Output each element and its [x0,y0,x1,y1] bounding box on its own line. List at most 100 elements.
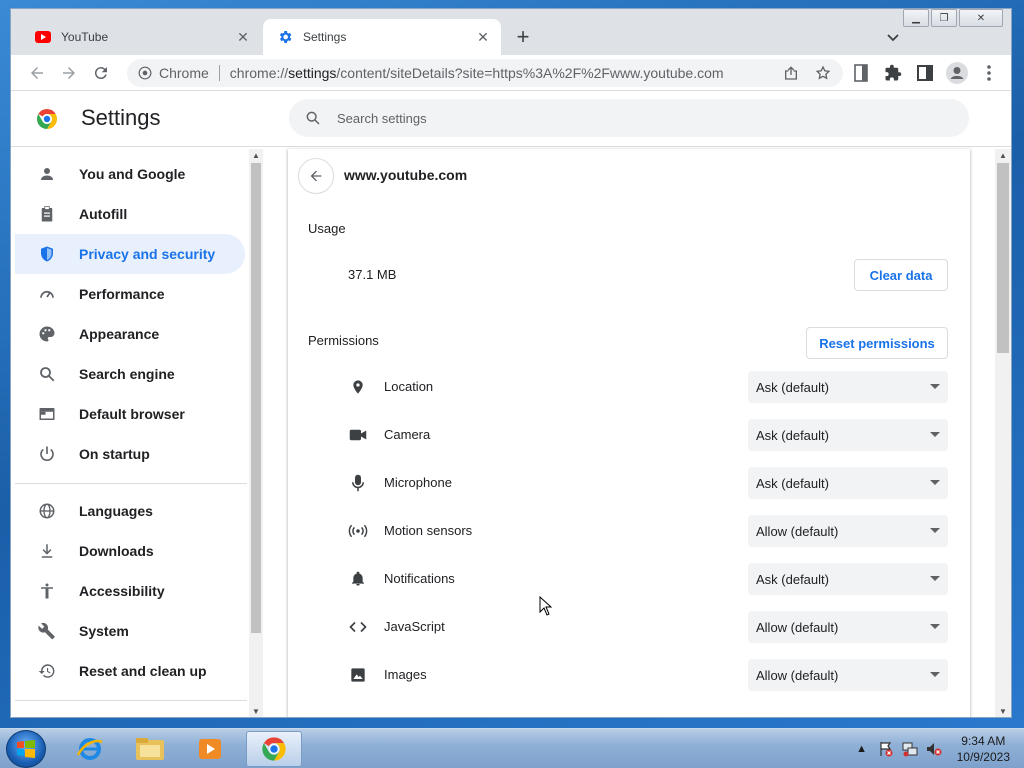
sidebar-item-reset-and-clean-up[interactable]: Reset and clean up [15,651,245,691]
window-controls: ▁ ❐ ✕ [901,9,1003,29]
permission-select-images[interactable]: Allow (default) [748,659,948,691]
sidebar-item-label: Reset and clean up [79,663,207,679]
sidebar-item-you-and-google[interactable]: You and Google [15,154,245,194]
code-icon [348,617,368,637]
reset-permissions-button[interactable]: Reset permissions [806,327,948,359]
usage-section-label: Usage [308,221,346,236]
permission-row-motion-sensors: Motion sensors Allow (default) [288,507,970,555]
forward-arrow-icon[interactable] [57,61,81,85]
tab-search-chevron-icon[interactable] [883,27,903,47]
show-hidden-icons-icon[interactable]: ▲ [853,740,871,758]
search-settings-input[interactable] [337,110,937,126]
windows-taskbar: ▲ 9:34 AM 10/9/2023 [0,728,1024,768]
permission-select-camera[interactable]: Ask (default) [748,419,948,451]
back-button[interactable] [298,158,334,194]
sidebar-divider [15,483,247,484]
main-scrollbar[interactable]: ▲ ▼ [995,149,1011,717]
scroll-down-arrow-icon[interactable]: ▼ [995,705,1011,717]
browser-window-icon [37,404,57,424]
permission-label: Microphone [384,475,452,490]
sidebar-item-languages[interactable]: Languages [15,491,245,531]
sidebar-item-on-startup[interactable]: On startup [15,434,245,474]
profile-avatar-icon[interactable] [945,61,969,85]
file-explorer-taskbar-icon[interactable] [122,731,178,767]
wrench-icon [37,621,57,641]
permission-label: Camera [384,427,431,442]
globe-icon [37,501,57,521]
sidebar-item-default-browser[interactable]: Default browser [15,394,245,434]
settings-search[interactable] [289,99,969,137]
restore-button[interactable]: ❐ [931,9,957,27]
close-tab-icon[interactable]: ✕ [473,27,493,47]
history-icon [37,661,57,681]
permission-select-notifications[interactable]: Ask (default) [748,563,948,595]
sidebar-item-downloads[interactable]: Downloads [15,531,245,571]
sidebar-item-label: Privacy and security [79,246,216,262]
tab-settings[interactable]: Settings ✕ [263,19,501,55]
mouse-cursor-icon [539,596,553,616]
sidebar-scrollbar[interactable]: ▲ ▼ [249,149,263,717]
main-scroll-thumb[interactable] [997,163,1009,353]
scroll-down-arrow-icon[interactable]: ▼ [249,705,263,717]
permission-select-location[interactable]: Ask (default) [748,371,948,403]
permission-label: JavaScript [384,619,445,634]
power-icon [37,444,57,464]
site-details-card: www.youtube.com Usage 37.1 MB Clear data… [288,149,970,717]
minimize-button[interactable]: ▁ [903,9,929,27]
sidebar-item-label: Performance [79,286,165,302]
permission-label: Location [384,379,434,394]
close-window-button[interactable]: ✕ [959,9,1003,27]
sidebar-item-search-engine[interactable]: Search engine [15,354,245,394]
new-tab-button[interactable]: + [511,24,535,49]
media-player-taskbar-icon[interactable] [182,731,238,767]
chrome-taskbar-icon[interactable] [246,731,302,767]
address-bar[interactable]: Chrome chrome://settings/content/siteDet… [127,59,843,87]
permission-row-images: Images Allow (default) [288,651,970,699]
reload-icon[interactable] [89,61,113,85]
omnibox-site-label: Chrome [159,65,209,81]
sidebar-divider [15,700,247,701]
tab-youtube[interactable]: YouTube ✕ [21,19,261,55]
permission-select-value: Ask (default) [756,379,829,395]
side-panel-icon[interactable] [913,61,937,85]
bookmark-star-icon[interactable] [813,63,833,83]
start-button[interactable] [6,730,46,768]
tab-title: YouTube [61,30,109,44]
settings-sidebar: You and Google Autofill Privacy and secu… [11,149,247,717]
youtube-icon [35,29,51,45]
share-icon[interactable] [781,63,801,83]
internet-explorer-taskbar-icon[interactable] [62,731,118,767]
dropdown-caret-icon [930,480,940,485]
close-tab-icon[interactable]: ✕ [233,27,253,47]
reading-list-icon[interactable] [849,61,873,85]
permission-select-motion-sensors[interactable]: Allow (default) [748,515,948,547]
sidebar-item-appearance[interactable]: Appearance [15,314,245,354]
permission-select-javascript[interactable]: Allow (default) [748,611,948,643]
permission-row-notifications: Notifications Ask (default) [288,555,970,603]
scroll-up-arrow-icon[interactable]: ▲ [995,149,1011,161]
sidebar-item-autofill[interactable]: Autofill [15,194,245,234]
sidebar-item-label: System [79,623,129,639]
back-arrow-icon[interactable] [25,61,49,85]
permission-row-microphone: Microphone Ask (default) [288,459,970,507]
search-icon [303,108,323,128]
volume-muted-icon[interactable] [925,740,943,758]
scroll-up-arrow-icon[interactable]: ▲ [249,149,263,161]
kebab-menu-icon[interactable] [977,61,1001,85]
extensions-puzzle-icon[interactable] [881,61,905,85]
sidebar-scroll-thumb[interactable] [251,163,261,633]
taskbar-clock[interactable]: 9:34 AM 10/9/2023 [957,733,1010,765]
chrome-site-icon [137,65,153,81]
sidebar-item-privacy-and-security[interactable]: Privacy and security [15,234,245,274]
sidebar-item-accessibility[interactable]: Accessibility [15,571,245,611]
action-center-flag-icon[interactable] [877,740,895,758]
location-pin-icon [348,377,368,397]
clear-data-button[interactable]: Clear data [854,259,948,291]
dropdown-caret-icon [930,384,940,389]
network-icon[interactable] [901,740,919,758]
sidebar-item-performance[interactable]: Performance [15,274,245,314]
dropdown-caret-icon [930,672,940,677]
sidebar-item-system[interactable]: System [15,611,245,651]
palette-icon [37,324,57,344]
permission-select-microphone[interactable]: Ask (default) [748,467,948,499]
